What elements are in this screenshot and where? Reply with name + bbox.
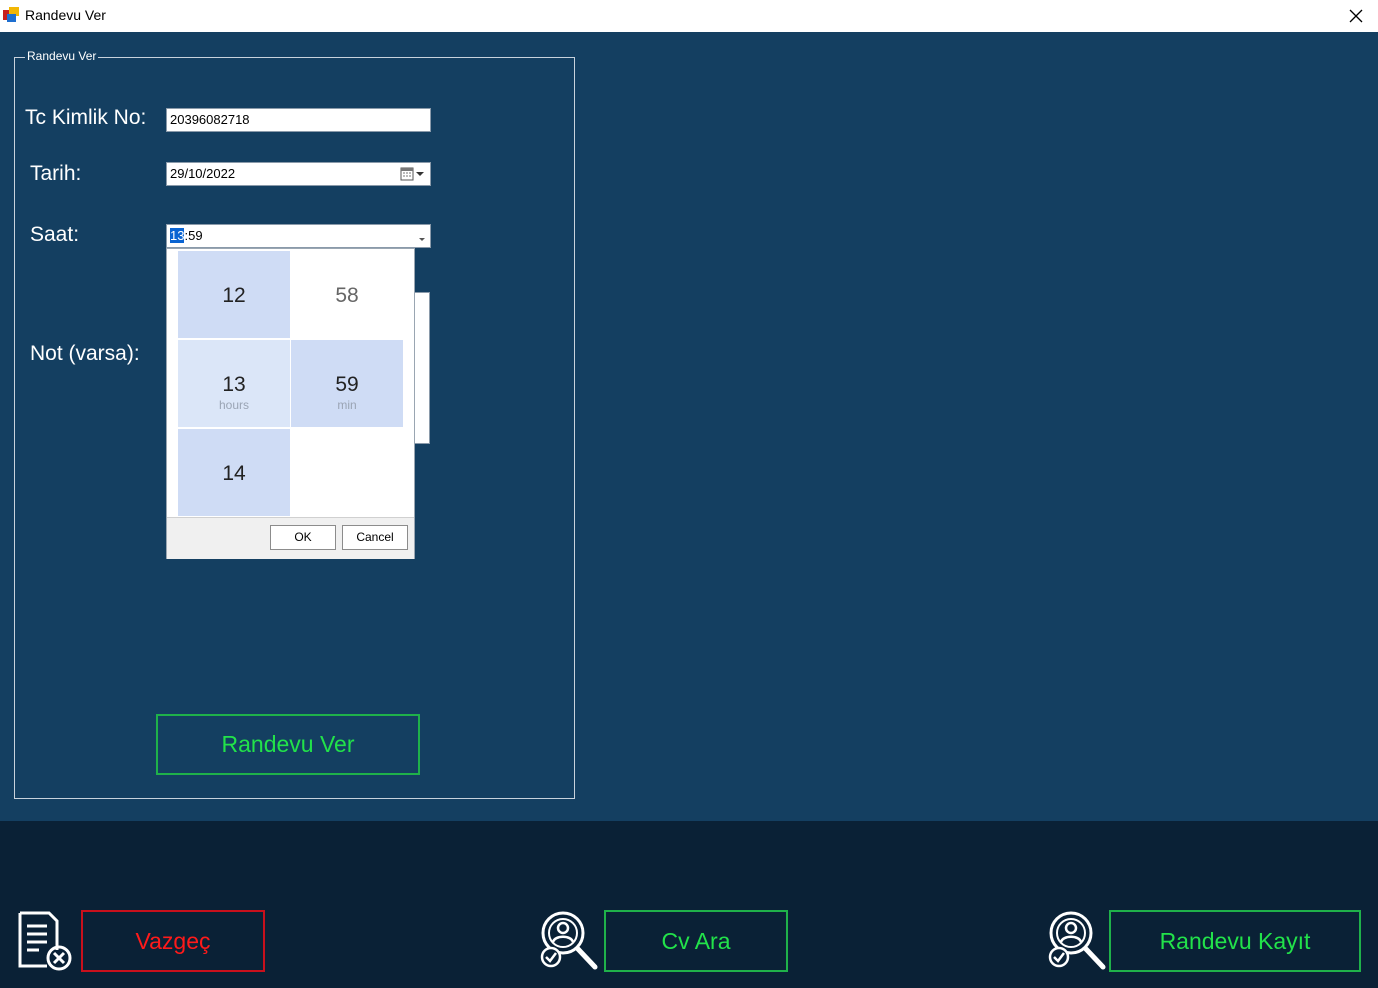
cv-ara-button[interactable]: Cv Ara: [604, 910, 788, 972]
calendar-icon: [400, 167, 424, 181]
popup-footer: OK Cancel: [167, 517, 414, 559]
hour-option[interactable]: 12: [178, 251, 290, 338]
time-picker[interactable]: 13:59: [166, 224, 431, 248]
minute-option[interactable]: 58: [291, 251, 403, 338]
not-label: Not (varsa):: [30, 342, 140, 365]
document-cancel-icon[interactable]: [17, 910, 73, 977]
cancel-button[interactable]: Cancel: [342, 525, 408, 550]
vazgec-button[interactable]: Vazgeç: [81, 910, 265, 972]
hours-caption: hours: [218, 398, 250, 412]
time-hour-selected: 13: [170, 228, 185, 243]
close-icon: [1349, 9, 1363, 23]
tc-input-value: 20396082718: [170, 112, 250, 127]
tc-input[interactable]: 20396082718: [166, 108, 431, 132]
user-search-icon[interactable]: [537, 907, 599, 978]
ok-button[interactable]: OK: [270, 525, 336, 550]
minute-option-selected[interactable]: 59 min: [291, 340, 403, 427]
app-icon: [3, 7, 19, 23]
chevron-down-icon: [419, 238, 425, 241]
hour-option[interactable]: 14: [178, 429, 290, 516]
groupbox-legend: Randevu Ver: [25, 49, 99, 63]
title-bar: Randevu Ver: [0, 0, 1378, 32]
time-picker-popup: 12 13 hours 14 58 59 min OK Cancel: [166, 248, 415, 559]
window-title: Randevu Ver: [25, 7, 106, 23]
min-caption: min: [337, 398, 357, 412]
saat-label: Saat:: [30, 223, 80, 246]
date-value: 29/10/2022: [170, 166, 236, 181]
user-search-icon[interactable]: [1045, 907, 1107, 978]
time-minute: 59: [188, 228, 203, 243]
randevu-kayit-button[interactable]: Randevu Kayıt: [1109, 910, 1361, 972]
time-dropdown-button[interactable]: [417, 231, 427, 249]
close-button[interactable]: [1334, 0, 1378, 32]
randevu-ver-button[interactable]: Randevu Ver: [156, 714, 420, 775]
tarih-label: Tarih:: [30, 162, 82, 185]
date-picker[interactable]: 29/10/2022: [166, 162, 431, 186]
note-textarea[interactable]: [414, 292, 430, 444]
tc-label: Tc Kimlik No:: [25, 106, 147, 129]
calendar-dropdown-button[interactable]: [400, 166, 426, 187]
hour-option-selected[interactable]: 13 hours: [178, 340, 290, 427]
